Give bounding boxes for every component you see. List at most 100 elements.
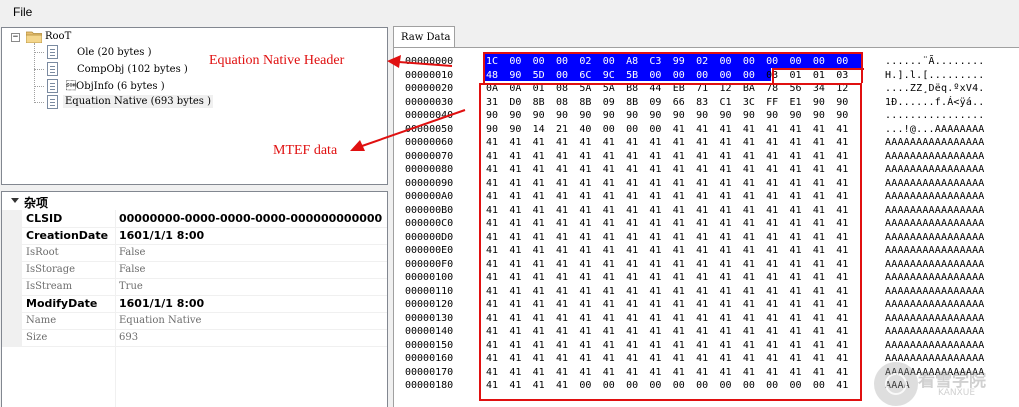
hex-byte[interactable]: 41 bbox=[601, 298, 617, 311]
hex-byte[interactable]: 08 bbox=[554, 82, 570, 95]
hex-byte[interactable]: 00 bbox=[764, 379, 780, 392]
hex-byte[interactable]: 41 bbox=[811, 312, 827, 325]
hex-byte[interactable]: 41 bbox=[531, 231, 547, 244]
hex-byte[interactable]: 41 bbox=[647, 190, 663, 203]
hex-byte[interactable]: 21 bbox=[554, 123, 570, 136]
hex-byte[interactable]: 83 bbox=[694, 96, 710, 109]
hex-byte[interactable]: 41 bbox=[764, 271, 780, 284]
hex-byte[interactable]: 41 bbox=[484, 325, 500, 338]
property-value[interactable]: Equation Native bbox=[119, 315, 201, 326]
hex-byte[interactable]: 41 bbox=[694, 325, 710, 338]
hex-byte[interactable]: 41 bbox=[741, 298, 757, 311]
property-value[interactable]: False bbox=[119, 247, 145, 258]
hex-byte[interactable]: 41 bbox=[741, 123, 757, 136]
hex-byte[interactable]: 41 bbox=[788, 298, 804, 311]
hex-byte[interactable]: 41 bbox=[811, 204, 827, 217]
hex-byte[interactable]: 41 bbox=[484, 258, 500, 271]
hex-byte[interactable]: 90 bbox=[671, 109, 687, 122]
hex-byte[interactable]: 41 bbox=[764, 204, 780, 217]
hex-byte[interactable]: A8 bbox=[624, 55, 640, 68]
hex-byte[interactable]: 41 bbox=[764, 312, 780, 325]
hex-byte[interactable]: 41 bbox=[764, 258, 780, 271]
hex-byte[interactable]: 09 bbox=[647, 96, 663, 109]
property-row[interactable]: IsStorage False bbox=[2, 261, 387, 279]
hex-byte[interactable]: 00 bbox=[554, 55, 570, 68]
hex-byte[interactable]: 41 bbox=[811, 136, 827, 149]
hex-byte[interactable]: 41 bbox=[484, 163, 500, 176]
hex-byte[interactable]: 00 bbox=[647, 69, 663, 82]
hex-byte[interactable]: 41 bbox=[788, 123, 804, 136]
hex-byte[interactable]: 41 bbox=[811, 177, 827, 190]
hex-byte[interactable]: 41 bbox=[811, 258, 827, 271]
hex-byte[interactable]: 90 bbox=[694, 109, 710, 122]
hex-byte[interactable]: 41 bbox=[694, 136, 710, 149]
hex-byte[interactable]: 41 bbox=[741, 258, 757, 271]
hex-byte[interactable]: C3 bbox=[647, 55, 663, 68]
hex-byte[interactable]: 41 bbox=[554, 298, 570, 311]
hex-byte[interactable]: 41 bbox=[647, 163, 663, 176]
hex-byte[interactable]: 8B bbox=[531, 96, 547, 109]
hex-byte[interactable]: 41 bbox=[554, 379, 570, 392]
hex-byte[interactable]: 90 bbox=[624, 109, 640, 122]
hex-byte[interactable]: 41 bbox=[834, 163, 850, 176]
hex-byte[interactable]: 41 bbox=[484, 379, 500, 392]
property-value[interactable]: 00000000-0000-0000-0000-000000000000 bbox=[119, 212, 382, 225]
hex-byte[interactable]: 41 bbox=[671, 325, 687, 338]
hex-byte[interactable]: 41 bbox=[601, 312, 617, 325]
hex-byte[interactable]: 41 bbox=[671, 352, 687, 365]
hex-byte[interactable]: 41 bbox=[577, 204, 593, 217]
hex-byte[interactable]: 41 bbox=[531, 298, 547, 311]
hex-byte[interactable]: 41 bbox=[507, 163, 523, 176]
hex-byte[interactable]: 41 bbox=[484, 136, 500, 149]
hex-byte[interactable]: 41 bbox=[671, 177, 687, 190]
property-row[interactable]: IsRoot False bbox=[2, 244, 387, 262]
hex-byte[interactable]: 41 bbox=[718, 150, 734, 163]
hex-byte[interactable]: 90 bbox=[484, 109, 500, 122]
hex-byte[interactable]: 41 bbox=[507, 298, 523, 311]
hex-byte[interactable]: 41 bbox=[601, 150, 617, 163]
hex-byte[interactable]: 41 bbox=[764, 231, 780, 244]
hex-byte[interactable]: 41 bbox=[624, 177, 640, 190]
hex-byte[interactable]: 6C bbox=[577, 69, 593, 82]
hex-byte[interactable]: 5D bbox=[531, 69, 547, 82]
hex-byte[interactable]: 41 bbox=[554, 366, 570, 379]
hex-byte[interactable]: E1 bbox=[788, 96, 804, 109]
hex-byte[interactable]: 41 bbox=[484, 177, 500, 190]
hex-byte[interactable]: 41 bbox=[554, 217, 570, 230]
hex-byte[interactable]: 41 bbox=[531, 190, 547, 203]
hex-byte[interactable]: 41 bbox=[671, 217, 687, 230]
hex-byte[interactable]: 41 bbox=[834, 366, 850, 379]
hex-byte[interactable]: 41 bbox=[601, 352, 617, 365]
hex-byte[interactable]: 41 bbox=[718, 312, 734, 325]
hex-byte[interactable]: 41 bbox=[507, 231, 523, 244]
hex-byte[interactable]: 00 bbox=[671, 379, 687, 392]
hex-byte[interactable]: 41 bbox=[811, 231, 827, 244]
hex-byte[interactable]: 41 bbox=[788, 190, 804, 203]
hex-byte[interactable]: 00 bbox=[694, 379, 710, 392]
hex-byte[interactable]: 8B bbox=[624, 96, 640, 109]
hex-byte[interactable]: 41 bbox=[624, 325, 640, 338]
hex-byte[interactable]: 41 bbox=[601, 163, 617, 176]
hex-byte[interactable]: 41 bbox=[647, 352, 663, 365]
property-value[interactable]: 1601/1/1 8:00 bbox=[119, 229, 204, 242]
hex-byte[interactable]: 41 bbox=[811, 271, 827, 284]
hex-byte[interactable]: 41 bbox=[694, 123, 710, 136]
hex-byte[interactable]: 41 bbox=[764, 366, 780, 379]
hex-byte[interactable]: 41 bbox=[811, 150, 827, 163]
hex-byte[interactable]: 00 bbox=[694, 69, 710, 82]
hex-byte[interactable]: 41 bbox=[811, 285, 827, 298]
hex-byte[interactable]: 41 bbox=[718, 244, 734, 257]
hex-byte[interactable]: 41 bbox=[834, 271, 850, 284]
hex-byte[interactable]: 41 bbox=[624, 366, 640, 379]
hex-byte[interactable]: 41 bbox=[507, 379, 523, 392]
hex-byte[interactable]: 41 bbox=[671, 123, 687, 136]
hex-byte[interactable]: 41 bbox=[694, 204, 710, 217]
hex-byte[interactable]: 90 bbox=[484, 123, 500, 136]
hex-byte[interactable]: 41 bbox=[554, 352, 570, 365]
hex-byte[interactable]: 41 bbox=[788, 366, 804, 379]
hex-byte[interactable]: 41 bbox=[601, 339, 617, 352]
hex-byte[interactable]: 41 bbox=[764, 123, 780, 136]
hex-byte[interactable]: 41 bbox=[577, 244, 593, 257]
hex-byte[interactable]: 00 bbox=[601, 123, 617, 136]
hex-byte[interactable]: 41 bbox=[788, 204, 804, 217]
